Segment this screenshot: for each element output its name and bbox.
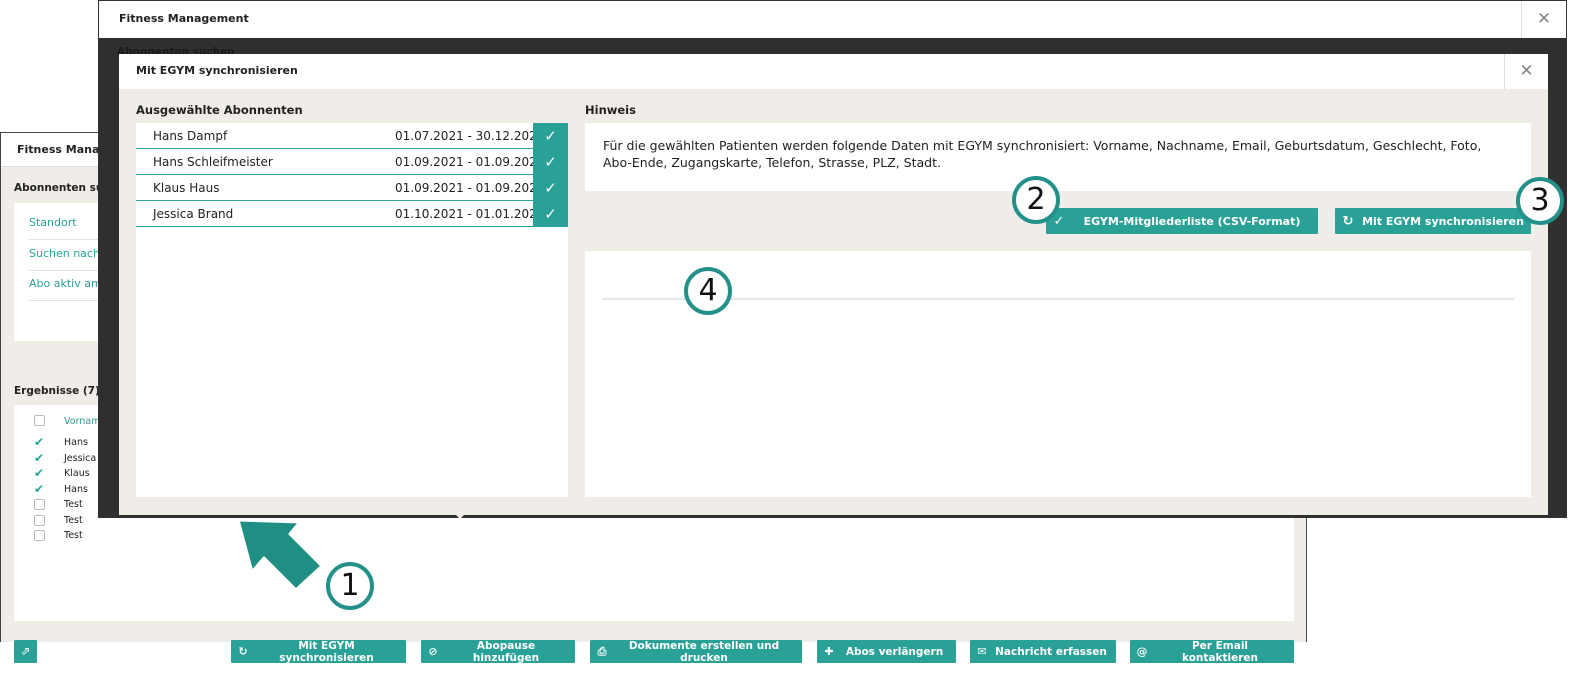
subscriber-name: Hans Schleifmeister: [153, 155, 273, 169]
footer-toolbar: ⇗ ↻ Mit EGYM synchronisieren ⊘ Abopause …: [1, 632, 1306, 676]
sync-egym-button[interactable]: ↻ Mit EGYM synchronisieren: [231, 639, 406, 664]
extend-subscriptions-button[interactable]: ✚ Abos verlängern: [817, 640, 956, 663]
field-suchen-nach[interactable]: Suchen nach: [29, 247, 100, 260]
row-name: Jessica: [64, 452, 97, 464]
row-name: Hans: [64, 483, 88, 495]
extend-subscriptions-label: Abos verlängern: [845, 645, 944, 658]
annotation-badge-3: 3: [1516, 177, 1564, 225]
sync-egym-dialog-button[interactable]: ↻ Mit EGYM synchronisieren: [1335, 208, 1531, 234]
check-icon[interactable]: ✓: [533, 149, 568, 175]
progress-bar: [602, 298, 1514, 300]
subscriber-period: 01.07.2021 - 30.12.2021: [395, 129, 545, 143]
write-message-label: Nachricht erfassen: [995, 645, 1107, 658]
check-icon[interactable]: ✓: [533, 201, 568, 227]
list-item[interactable]: Hans Schleifmeister 01.09.2021 - 01.09.2…: [136, 149, 568, 175]
subscriber-name: Hans Dampf: [153, 129, 228, 143]
field-abo-aktiv-am[interactable]: Abo aktiv am: [29, 277, 102, 290]
close-dialog-button[interactable]: ✕: [1504, 54, 1548, 89]
selected-subscribers-label: Ausgewählte Abonnenten: [136, 103, 303, 117]
email-contact-label: Per Email kontaktieren: [1182, 639, 1258, 664]
check-icon[interactable]: ✓: [533, 175, 568, 201]
row-name: Klaus: [64, 468, 90, 479]
dialog-header: Mit EGYM synchronisieren ✕: [119, 54, 1548, 89]
selected-subscribers-list: Hans Dampf 01.07.2021 - 30.12.2021 ✓ Han…: [136, 123, 568, 497]
results-header: Ergebnisse (7): [14, 385, 100, 397]
divider: [29, 239, 99, 240]
plus-icon: ✚: [824, 645, 834, 658]
check-icon[interactable]: ✓: [533, 123, 568, 149]
row-checkbox[interactable]: ✔: [34, 436, 45, 448]
subscriber-period: 01.10.2021 - 01.01.2022: [395, 207, 545, 221]
arrow-icon: [238, 518, 324, 592]
row-checkbox[interactable]: ✔: [34, 483, 45, 495]
list-item[interactable]: Hans Dampf 01.07.2021 - 30.12.2021 ✓: [136, 123, 568, 149]
list-item[interactable]: Jessica Brand 01.10.2021 - 01.01.2022 ✓: [136, 201, 568, 227]
subscriber-name: Jessica Brand: [153, 207, 234, 221]
hint-label: Hinweis: [585, 103, 636, 117]
sync-icon: ↻: [1342, 213, 1354, 229]
sync-egym-dialog-label: Mit EGYM synchronisieren: [1362, 214, 1524, 228]
dialog-pointer: [453, 512, 467, 519]
csv-export-button[interactable]: ✓ EGYM-Mitgliederliste (CSV-Format): [1046, 208, 1318, 234]
print-documents-button[interactable]: ⎙ Dokumente erstellen und drucken: [590, 639, 802, 664]
csv-export-label: EGYM-Mitgliederliste (CSV-Format): [1083, 214, 1301, 228]
row-checkbox[interactable]: [34, 514, 45, 526]
divider: [29, 270, 99, 271]
add-pause-label: Abopause hinzufügen: [472, 639, 540, 664]
share-button[interactable]: ⇗: [14, 640, 37, 663]
close-icon: ✕: [1519, 61, 1534, 81]
foreground-titlebar: Fitness Management ✕: [99, 1, 1566, 38]
row-checkbox[interactable]: ✔: [34, 467, 45, 479]
annotation-badge-1: 1: [326, 562, 374, 610]
pause-icon: ⊘: [428, 645, 438, 658]
list-item[interactable]: Klaus Haus 01.09.2021 - 01.09.2022 ✓: [136, 175, 568, 201]
egym-sync-dialog: Mit EGYM synchronisieren ✕ Ausgewählte A…: [119, 54, 1548, 515]
row-name: Test: [64, 499, 83, 510]
close-icon: ✕: [1536, 9, 1552, 29]
row-checkbox[interactable]: [34, 499, 45, 510]
share-icon: ⇗: [20, 644, 31, 658]
email-contact-button[interactable]: @ Per Email kontaktieren: [1130, 639, 1294, 664]
row-name: Hans: [64, 437, 88, 448]
field-standort[interactable]: Standort: [29, 216, 77, 229]
subscriber-period: 01.09.2021 - 01.09.2022: [395, 181, 545, 195]
hint-text: Für die gewählten Patienten werden folge…: [585, 123, 1531, 191]
printer-icon: ⎙: [597, 644, 607, 658]
envelope-icon: ✉: [977, 645, 987, 658]
divider: [29, 300, 99, 301]
annotation-badge-4: 4: [684, 267, 732, 315]
table-row[interactable]: Test: [14, 528, 1294, 544]
subscriber-period: 01.09.2021 - 01.09.2022: [395, 155, 545, 169]
row-name: Test: [64, 530, 83, 541]
at-icon: @: [1136, 645, 1148, 658]
add-pause-button[interactable]: ⊘ Abopause hinzufügen: [421, 639, 575, 664]
foreground-window-title: Fitness Management: [119, 12, 249, 25]
close-window-button[interactable]: ✕: [1521, 1, 1566, 38]
row-checkbox[interactable]: ✔: [34, 452, 45, 464]
write-message-button[interactable]: ✉ Nachricht erfassen: [970, 640, 1116, 663]
annotation-badge-2: 2: [1012, 176, 1060, 224]
row-name: Test: [64, 514, 83, 526]
dialog-title: Mit EGYM synchronisieren: [136, 64, 298, 77]
sync-icon: ↻: [238, 645, 248, 658]
subscriber-name: Klaus Haus: [153, 181, 220, 195]
print-documents-label: Dokumente erstellen und drucken: [628, 639, 780, 664]
select-all-checkbox[interactable]: [34, 415, 45, 426]
sync-egym-label: Mit EGYM synchronisieren: [279, 639, 374, 664]
row-checkbox[interactable]: [34, 530, 45, 541]
